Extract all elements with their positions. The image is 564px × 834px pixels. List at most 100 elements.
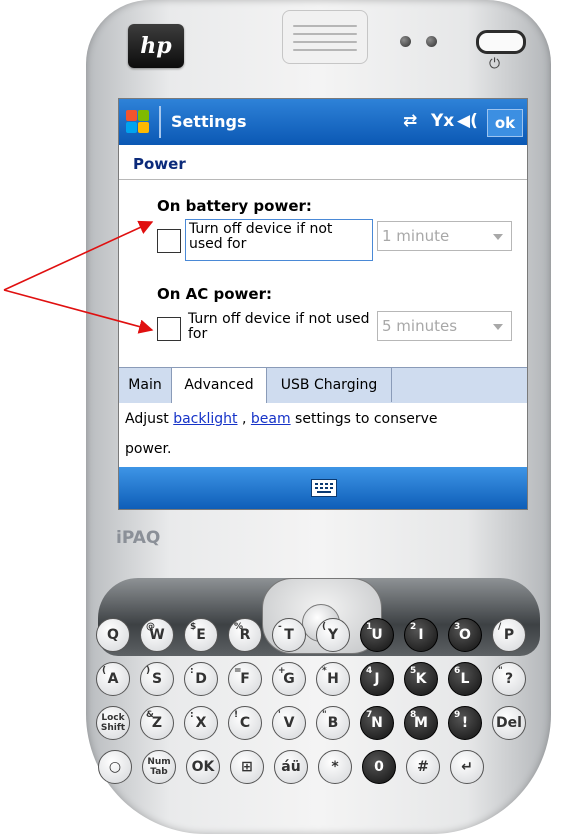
battery-timeout-value: 1 minute bbox=[382, 227, 450, 245]
backlight-link[interactable]: backlight bbox=[173, 411, 237, 427]
hp-logo: hp bbox=[128, 24, 184, 68]
key-k[interactable]: K5 bbox=[404, 662, 438, 696]
key-num-tab[interactable]: Num Tab bbox=[142, 750, 176, 784]
volume-icon[interactable]: ◀( bbox=[457, 111, 478, 131]
settings-content: Power On battery power: Turn off device … bbox=[119, 145, 527, 367]
key-m[interactable]: M8 bbox=[404, 706, 438, 740]
key-label: C bbox=[239, 715, 251, 731]
battery-checkbox-label[interactable]: Turn off device if not used for bbox=[185, 219, 373, 261]
key-h[interactable]: H * bbox=[316, 662, 350, 696]
key-secondary-label: ' bbox=[278, 710, 281, 720]
key-x[interactable]: X: bbox=[184, 706, 218, 740]
menu-bar bbox=[119, 467, 527, 509]
battery-timeout-dropdown[interactable]: 1 minute bbox=[377, 221, 512, 251]
key-label: # bbox=[417, 759, 429, 775]
key-u[interactable]: U1 bbox=[360, 618, 394, 652]
key-secondary-label: 8 bbox=[410, 710, 417, 720]
key-secondary-label: & bbox=[146, 710, 154, 720]
beam-link[interactable]: beam bbox=[251, 411, 291, 427]
key-*[interactable]: * bbox=[318, 750, 352, 784]
key-q[interactable]: Q bbox=[96, 618, 130, 652]
key-a[interactable]: A( bbox=[96, 662, 130, 696]
key-secondary-label: @ bbox=[146, 622, 155, 632]
key-p[interactable]: P / bbox=[492, 618, 526, 652]
key-lock-shift[interactable]: Lock Shift bbox=[96, 706, 130, 740]
signal-off-icon[interactable]: Yx bbox=[431, 111, 454, 131]
key-label: X bbox=[195, 715, 207, 731]
key-secondary-label: % bbox=[234, 622, 244, 632]
key-label: ? bbox=[504, 671, 514, 687]
key-label: S bbox=[151, 671, 163, 687]
key-j[interactable]: J4 bbox=[360, 662, 394, 696]
key-del[interactable]: Del bbox=[492, 706, 526, 740]
key-v[interactable]: V ' bbox=[272, 706, 306, 740]
key-label: Del bbox=[496, 715, 522, 731]
power-icon: ⏻ bbox=[489, 56, 501, 72]
keyboard-icon[interactable] bbox=[311, 479, 337, 497]
title-divider-line bbox=[119, 179, 527, 180]
tab-usb-charging[interactable]: USB Charging bbox=[267, 368, 392, 402]
key-o[interactable]: O3 bbox=[448, 618, 482, 652]
key-0[interactable]: 0 bbox=[362, 750, 396, 784]
key-secondary-label: : bbox=[190, 666, 194, 676]
key-d[interactable]: D: bbox=[184, 662, 218, 696]
connectivity-icon[interactable]: ⇄ bbox=[403, 111, 417, 131]
key-n[interactable]: N7 bbox=[360, 706, 394, 740]
key-secondary-label: 7 bbox=[366, 710, 373, 720]
key-label: T bbox=[284, 627, 294, 643]
description-line-2: power. bbox=[125, 441, 172, 457]
key-#[interactable]: # bbox=[406, 750, 440, 784]
key-?[interactable]: ? " bbox=[492, 662, 526, 696]
description-line-1: Adjust backlight , beam settings to cons… bbox=[125, 411, 438, 427]
key-label: Lock Shift bbox=[100, 713, 126, 733]
start-menu-icon[interactable] bbox=[125, 109, 151, 135]
key-label: B bbox=[327, 715, 339, 731]
key-label: H bbox=[327, 671, 339, 687]
key-r[interactable]: R% bbox=[228, 618, 262, 652]
description-separator: , bbox=[237, 411, 251, 427]
key-g[interactable]: G + bbox=[272, 662, 306, 696]
ac-checkbox-label[interactable]: Turn off device if not used for bbox=[185, 310, 373, 344]
key-e[interactable]: E $ bbox=[184, 618, 218, 652]
key-label: ↵ bbox=[461, 759, 473, 775]
ac-timeout-dropdown[interactable]: 5 minutes bbox=[377, 311, 512, 341]
key-○[interactable]: ○ bbox=[98, 750, 132, 784]
chevron-down-icon bbox=[493, 324, 503, 330]
key-s[interactable]: S) bbox=[140, 662, 174, 696]
key-l[interactable]: L6 bbox=[448, 662, 482, 696]
hp-logo-text: hp bbox=[140, 33, 172, 59]
key-f[interactable]: F = bbox=[228, 662, 262, 696]
tab-main[interactable]: Main bbox=[119, 368, 172, 402]
key-↵[interactable]: ↵ bbox=[450, 750, 484, 784]
key-secondary-label: ( bbox=[102, 666, 107, 676]
key-b[interactable]: B " bbox=[316, 706, 350, 740]
power-button[interactable] bbox=[476, 30, 526, 54]
key-i[interactable]: I2 bbox=[404, 618, 438, 652]
key-secondary-label: 6 bbox=[454, 666, 461, 676]
key-label: Y bbox=[327, 627, 339, 643]
key-ok[interactable]: OK bbox=[186, 750, 220, 784]
key-c[interactable]: C! bbox=[228, 706, 262, 740]
key-t[interactable]: T- bbox=[272, 618, 306, 652]
title-divider bbox=[159, 106, 161, 138]
battery-turn-off-checkbox[interactable] bbox=[157, 229, 181, 253]
ok-button[interactable]: ok bbox=[487, 109, 523, 137]
key-áü[interactable]: áü bbox=[274, 750, 308, 784]
ac-turn-off-checkbox[interactable] bbox=[157, 317, 181, 341]
key-secondary-label: / bbox=[498, 622, 502, 632]
key-label: L bbox=[460, 671, 470, 687]
key-y[interactable]: Y( bbox=[316, 618, 350, 652]
title-bar: Settings ⇄ Yx ◀( ok bbox=[119, 99, 527, 145]
description-prefix: Adjust bbox=[125, 411, 174, 427]
key-![interactable]: ! 9 bbox=[448, 706, 482, 740]
battery-heading: On battery power: bbox=[157, 197, 312, 215]
key-secondary-label: = bbox=[234, 666, 242, 676]
key-secondary-label: 4 bbox=[366, 666, 373, 676]
key-⊞[interactable]: ⊞ bbox=[230, 750, 264, 784]
key-secondary-label: - bbox=[278, 622, 282, 632]
key-w[interactable]: W @ bbox=[140, 618, 174, 652]
key-secondary-label: ( bbox=[322, 622, 327, 632]
key-label: ○ bbox=[108, 759, 122, 775]
key-z[interactable]: Z & bbox=[140, 706, 174, 740]
tab-advanced[interactable]: Advanced bbox=[171, 368, 267, 403]
